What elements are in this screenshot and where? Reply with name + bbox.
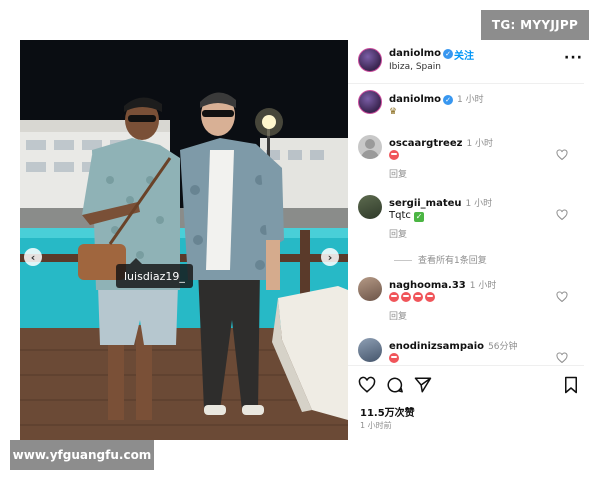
comment-avatar[interactable]	[358, 338, 382, 362]
reply-button[interactable]: 回复	[389, 227, 407, 240]
post-side-panel: daniolmo ✓ 关注 Ibiza, Spain ··· daniolmo ✓ 1…	[348, 40, 584, 440]
view-replies-button[interactable]: 查看所有1条回复	[394, 253, 487, 266]
likes-count[interactable]: 11.5万次赞	[360, 404, 415, 419]
comment-text	[389, 150, 401, 162]
smiling-face-emoji-icon	[389, 292, 399, 302]
like-comment-heart-icon[interactable]	[556, 149, 568, 161]
posted-time: 1 小时前	[360, 421, 392, 430]
share-send-icon[interactable]	[414, 376, 432, 394]
smiling-face-emoji-icon	[401, 292, 411, 302]
like-heart-icon[interactable]	[358, 376, 376, 394]
watermark-top-right: TG: MYYJJPP	[481, 10, 589, 40]
photo-scene	[20, 40, 348, 440]
like-comment-heart-icon[interactable]	[556, 291, 568, 303]
comment-username-text: naghooma.33	[389, 280, 466, 291]
caption-time: 1 小时	[457, 95, 484, 105]
instagram-post: ‹ › luisdiaz19_ daniolmo ✓ 关注 Ibiza, Spai…	[20, 40, 584, 440]
follow-button[interactable]: 关注	[454, 47, 474, 62]
caption-text: ♛	[389, 106, 398, 117]
comment-text	[389, 292, 437, 304]
comment-username-text: sergii_mateu	[389, 198, 462, 209]
like-comment-heart-icon[interactable]	[556, 209, 568, 221]
comment-username-text: oscaargtreez	[389, 138, 463, 149]
comment-time: 1 小时	[465, 199, 493, 209]
carousel-next-button[interactable]: ›	[321, 248, 339, 266]
check-mark-emoji-icon: ✓	[414, 212, 425, 222]
trophy-emoji-icon: ♛	[389, 107, 398, 117]
verified-icon: ✓	[443, 95, 454, 105]
comment-username[interactable]: sergii_mateu 1 小时	[389, 196, 492, 209]
post-header: daniolmo ✓ 关注 Ibiza, Spain ···	[348, 40, 584, 84]
watermark-bottom-left: www.yfguangfu.com	[10, 440, 154, 470]
verified-icon: ✓	[443, 49, 454, 59]
photo-user-tag[interactable]: luisdiaz19_	[116, 258, 193, 288]
caption-username[interactable]: daniolmo ✓ 1 小时	[389, 92, 484, 105]
comment-time: 1 小时	[466, 139, 494, 149]
smiling-face-emoji-icon	[389, 353, 399, 363]
comment-bubble-icon[interactable]	[386, 376, 404, 394]
author-avatar[interactable]	[358, 48, 382, 72]
author-username-text: daniolmo	[389, 48, 442, 59]
comment-text: Tqtc ✓	[389, 210, 425, 222]
more-dots-icon[interactable]: ···	[564, 50, 583, 66]
bookmark-icon[interactable]	[562, 376, 580, 394]
smiling-face-emoji-icon	[425, 292, 435, 302]
comment-username[interactable]: oscaargtreez 1 小时	[389, 136, 493, 149]
comment-avatar[interactable]	[358, 277, 382, 301]
comment-avatar[interactable]	[358, 135, 382, 159]
comment-username[interactable]: naghooma.33 1 小时	[389, 278, 496, 291]
comment-time: 56分钟	[488, 342, 518, 352]
smiling-face-emoji-icon	[389, 150, 399, 160]
caption-username-text: daniolmo	[389, 94, 442, 105]
comment-username[interactable]: enodinizsampaio 56分钟	[389, 339, 518, 352]
post-actions-bar: 11.5万次赞 1 小时前	[348, 365, 584, 440]
author-username[interactable]: daniolmo ✓	[389, 48, 454, 59]
comment-text-value: Tqtc	[389, 210, 411, 221]
post-photo[interactable]: ‹ › luisdiaz19_	[20, 40, 348, 440]
comment-username-text: enodinizsampaio	[389, 341, 485, 352]
smiling-face-emoji-icon	[413, 292, 423, 302]
comment-time: 1 小时	[469, 281, 497, 291]
reply-button[interactable]: 回复	[389, 167, 407, 180]
comment-avatar[interactable]	[358, 195, 382, 219]
carousel-prev-button[interactable]: ‹	[24, 248, 42, 266]
post-location[interactable]: Ibiza, Spain	[389, 62, 441, 72]
comment-text	[389, 353, 401, 365]
like-comment-heart-icon[interactable]	[556, 352, 568, 364]
reply-button[interactable]: 回复	[389, 309, 407, 322]
caption-avatar[interactable]	[358, 90, 382, 114]
